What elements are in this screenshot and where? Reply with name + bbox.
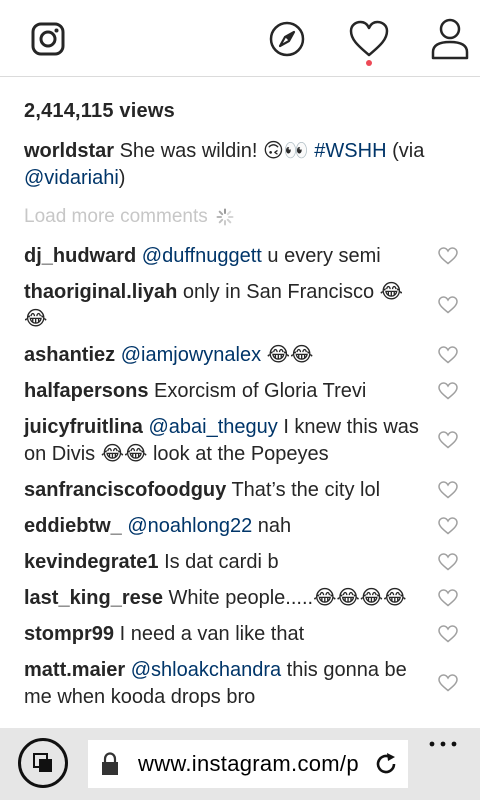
comment-item: last_king_rese White people.....😂😂😂😂 <box>24 585 424 612</box>
caption-username[interactable]: worldstar <box>24 140 114 162</box>
comment-text: Is dat cardi b <box>158 551 279 573</box>
like-comment-heart-icon[interactable] <box>438 346 458 364</box>
caption-text: She was wildin! 🙃👀 <box>114 140 315 162</box>
comment-text: u every semi <box>261 245 381 267</box>
post-content: 2,414,115 views worldstar She was wildin… <box>0 78 480 728</box>
comment-username[interactable]: juicyfruitlina <box>24 416 143 438</box>
top-nav <box>0 0 480 77</box>
comment-text: White people.....😂😂😂😂 <box>162 587 407 609</box>
comment-mention[interactable]: @abai_theguy <box>148 416 277 438</box>
caption-mention[interactable]: @vidariahi <box>24 167 119 189</box>
comment-username[interactable]: thaoriginal.liyah <box>24 281 177 303</box>
comment-mention[interactable]: @duffnuggett <box>142 245 262 267</box>
post-caption: worldstar She was wildin! 🙃👀 #WSHH (via … <box>24 138 444 192</box>
reload-icon[interactable] <box>374 752 398 776</box>
comment-text: I need a van like that <box>114 623 305 645</box>
spinner-icon <box>216 208 234 226</box>
notification-dot <box>366 60 372 66</box>
comment-mention[interactable]: @shloakchandra <box>131 659 281 681</box>
url-text[interactable]: www.instagram.com/p <box>138 751 370 777</box>
like-comment-heart-icon[interactable] <box>438 589 458 607</box>
comment-mention[interactable]: @iamjowynalex <box>121 344 261 366</box>
comment-text: That’s the city lol <box>226 479 381 501</box>
like-comment-heart-icon[interactable] <box>438 625 458 643</box>
like-comment-heart-icon[interactable] <box>438 674 458 692</box>
profile-icon[interactable] <box>430 18 470 60</box>
comment-username[interactable]: ashantiez <box>24 344 115 366</box>
comment-item: kevindegrate1 Is dat cardi b <box>24 549 424 576</box>
like-comment-heart-icon[interactable] <box>438 247 458 265</box>
views-count: 2,414,115 views <box>24 100 175 122</box>
address-bar[interactable]: www.instagram.com/p <box>88 740 408 788</box>
comment-username[interactable]: eddiebtw_ <box>24 515 122 537</box>
caption-close: ) <box>118 167 126 189</box>
comment-item: halfapersons Exorcism of Gloria Trevi <box>24 378 424 405</box>
comment-item: thaoriginal.liyah only in San Francisco … <box>24 279 424 333</box>
comment-item: sanfranciscofoodguy That’s the city lol <box>24 477 424 504</box>
comment-username[interactable]: sanfranciscofoodguy <box>24 479 226 501</box>
comment-username[interactable]: dj_hudward <box>24 245 136 267</box>
load-more-label: Load more comments <box>24 206 208 227</box>
activity-heart-icon[interactable] <box>349 20 389 58</box>
explore-compass-icon[interactable] <box>268 20 306 58</box>
caption-hashtag[interactable]: #WSHH <box>314 140 386 162</box>
like-comment-heart-icon[interactable] <box>438 553 458 571</box>
comment-item: juicyfruitlina @abai_theguy I knew this … <box>24 414 424 468</box>
comment-item: matt.maier @shloakchandra this gonna be … <box>24 657 424 711</box>
comment-username[interactable]: stompr99 <box>24 623 114 645</box>
comment-mention[interactable]: @noahlong22 <box>127 515 252 537</box>
comment-text: Exorcism of Gloria Trevi <box>148 380 367 402</box>
comment-text: nah <box>252 515 292 537</box>
comment-username[interactable]: matt.maier <box>24 659 125 681</box>
tabs-button[interactable] <box>18 738 68 788</box>
comment-item: stompr99 I need a van like that <box>24 621 424 648</box>
comment-username[interactable]: last_king_rese <box>24 587 163 609</box>
comment-username[interactable]: kevindegrate1 <box>24 551 159 573</box>
caption-via: (via <box>386 140 425 162</box>
like-comment-heart-icon[interactable] <box>438 517 458 535</box>
comment-username[interactable]: halfapersons <box>24 380 148 402</box>
instagram-logo-icon[interactable] <box>30 21 66 57</box>
comment-item: ashantiez @iamjowynalex 😂😂 <box>24 342 424 369</box>
comment-text: 😂😂 <box>261 344 314 366</box>
like-comment-heart-icon[interactable] <box>438 382 458 400</box>
more-icon[interactable] <box>428 740 458 748</box>
like-comment-heart-icon[interactable] <box>438 296 458 314</box>
lock-icon <box>102 752 118 775</box>
tabs-icon <box>33 753 52 772</box>
like-comment-heart-icon[interactable] <box>438 481 458 499</box>
like-comment-heart-icon[interactable] <box>438 431 458 449</box>
load-more-comments[interactable]: Load more comments <box>24 206 234 228</box>
browser-bar: www.instagram.com/p <box>0 728 480 800</box>
comment-item: eddiebtw_ @noahlong22 nah <box>24 513 424 540</box>
comment-item: dj_hudward @duffnuggett u every semi <box>24 243 424 270</box>
